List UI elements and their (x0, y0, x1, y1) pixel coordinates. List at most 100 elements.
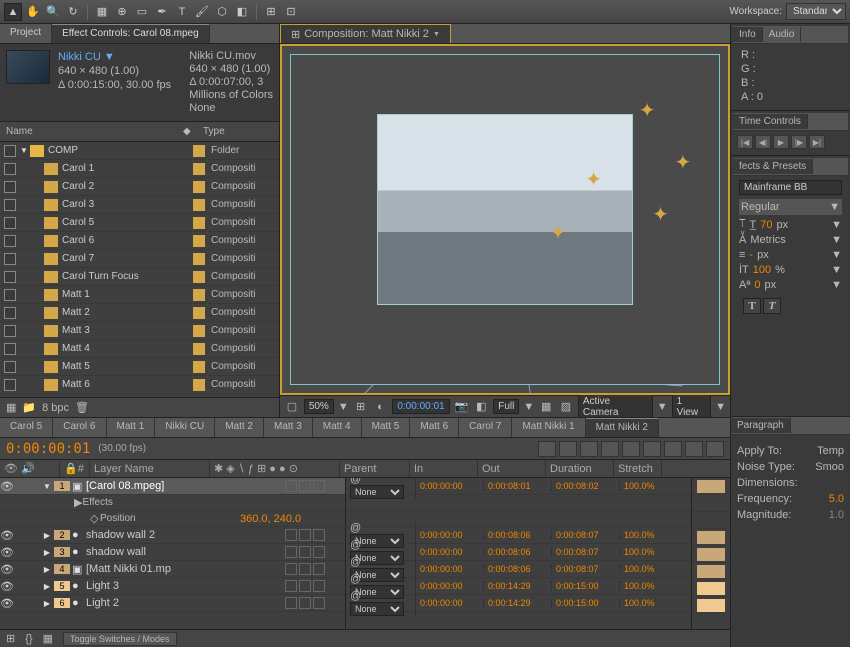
track-bar[interactable] (692, 546, 730, 563)
light-gizmo[interactable]: ✦ (674, 150, 691, 175)
pen-tool[interactable]: ✒ (153, 3, 171, 21)
layer-name[interactable]: Light 3 (84, 580, 285, 592)
layer-row[interactable]: 👁 ▶ 2 ● shadow wall 2 (0, 527, 345, 544)
zoom-select[interactable]: 50% (304, 399, 334, 414)
project-list[interactable]: ▼ COMP Folder Carol 1 Compositi Carol 2 … (0, 142, 279, 397)
timeline-tab[interactable]: Matt 4 (313, 418, 362, 437)
visibility-toggle[interactable]: 👁 (0, 597, 14, 610)
track-bar[interactable] (692, 597, 730, 614)
track-bar[interactable] (692, 563, 730, 580)
tl-icon[interactable] (601, 441, 619, 457)
preset-search[interactable] (739, 180, 842, 195)
camera-tool[interactable]: ▦ (93, 3, 111, 21)
project-row[interactable]: Carol 7 Compositi (0, 250, 279, 268)
timeline-tab[interactable]: Nikki CU (155, 418, 215, 437)
timeline-tab[interactable]: Carol 6 (53, 418, 106, 437)
last-frame-button[interactable]: ▶| (809, 135, 825, 149)
timeline-tab[interactable]: Carol 7 (459, 418, 512, 437)
folder-icon[interactable]: 📁 (22, 401, 36, 414)
alpha-icon[interactable]: ▢ (284, 399, 300, 415)
out-time[interactable]: 0:00:14:29 (484, 598, 552, 608)
flowchart-icon[interactable]: ⊞ (291, 28, 300, 41)
expand-toggle[interactable]: ▶ (42, 548, 52, 557)
parent-pickwhip[interactable]: @ (350, 478, 361, 485)
timeline-tab[interactable]: Matt 3 (264, 418, 313, 437)
time-controls-tab[interactable]: Time Controls (733, 114, 808, 129)
selection-tool[interactable]: ▲ (4, 3, 22, 21)
viewer-timecode[interactable]: 0:00:00:01 (392, 399, 449, 414)
expand-toggle[interactable]: ▶ (42, 531, 52, 540)
light-gizmo[interactable]: ✦ (585, 167, 602, 192)
duration[interactable]: 0:00:15:00 (552, 598, 620, 608)
parent-pickwhip[interactable]: @ (350, 556, 361, 568)
color-swatch[interactable] (193, 253, 205, 265)
composition-viewer[interactable]: ✦ ✦ ✦ ✦ ✦ (280, 44, 730, 395)
out-time[interactable]: 0:00:08:01 (484, 481, 552, 491)
expand-toggle[interactable]: ▶ (42, 565, 52, 574)
project-row[interactable]: Matt 3 Compositi (0, 322, 279, 340)
label-checkbox[interactable] (4, 343, 16, 355)
txt-stroke-button[interactable]: T (763, 298, 781, 314)
project-tab[interactable]: Project (0, 24, 52, 43)
type-tool[interactable]: T (173, 3, 191, 21)
out-time[interactable]: 0:00:08:06 (484, 547, 552, 557)
visibility-toggle[interactable]: 👁 (0, 529, 14, 542)
resolution-select[interactable]: Full (493, 399, 519, 414)
duration[interactable]: 0:00:08:02 (552, 481, 620, 491)
eraser-tool[interactable]: ◧ (233, 3, 251, 21)
track-bar[interactable] (692, 529, 730, 546)
color-swatch[interactable] (193, 343, 205, 355)
composition-tab[interactable]: ⊞ Composition: Matt Nikki 2 ▼ (280, 24, 451, 43)
world-axis-tool[interactable]: ⊡ (282, 3, 300, 21)
mask-tool[interactable]: ▭ (133, 3, 151, 21)
label-checkbox[interactable] (4, 163, 16, 175)
layer-row[interactable]: 👁 ▶ 6 ● Light 2 (0, 595, 345, 612)
label-checkbox[interactable] (4, 235, 16, 247)
stretch[interactable]: 100.0% (620, 530, 668, 540)
next-frame-button[interactable]: |▶ (791, 135, 807, 149)
project-row[interactable]: ▼ COMP Folder (0, 142, 279, 160)
channel-icon[interactable]: ◧ (473, 399, 489, 415)
layer-name[interactable]: Light 2 (84, 597, 285, 609)
project-row[interactable]: Carol 1 Compositi (0, 160, 279, 178)
pan-behind-tool[interactable]: ⊕ (113, 3, 131, 21)
transparency-icon[interactable]: ▨ (558, 399, 574, 415)
audio-tab[interactable]: Audio (763, 27, 802, 42)
effect-controls-tab[interactable]: Effect Controls: Carol 08.mpeg (52, 24, 210, 43)
roi-icon[interactable]: ▦ (538, 399, 554, 415)
tl-toggle-icon[interactable]: ⊞ (6, 632, 15, 645)
local-axis-tool[interactable]: ⊞ (262, 3, 280, 21)
layer-name[interactable]: [Matt Nikki 01.mp (84, 563, 285, 575)
view-select[interactable]: 1 View (672, 394, 712, 420)
project-row[interactable]: Carol 5 Compositi (0, 214, 279, 232)
parent-select[interactable]: None (350, 602, 404, 616)
tl-toggle-icon[interactable]: {} (25, 633, 32, 645)
stretch[interactable]: 100.0% (620, 547, 668, 557)
label-checkbox[interactable] (4, 271, 16, 283)
project-row[interactable]: Carol Turn Focus Compositi (0, 268, 279, 286)
label-checkbox[interactable] (4, 325, 16, 337)
color-swatch[interactable] (193, 181, 205, 193)
snapshot-icon[interactable]: 📷 (454, 399, 470, 415)
project-row[interactable]: Matt 1 Compositi (0, 286, 279, 304)
color-swatch[interactable] (193, 271, 205, 283)
parent-select[interactable]: None (350, 485, 404, 499)
label-checkbox[interactable] (4, 145, 16, 157)
duration[interactable]: 0:00:08:07 (552, 547, 620, 557)
asset-name[interactable]: Nikki CU ▼ (58, 50, 181, 64)
info-tab[interactable]: Info (733, 27, 763, 42)
parent-pickwhip[interactable]: @ (350, 522, 361, 534)
project-row[interactable]: Carol 6 Compositi (0, 232, 279, 250)
color-swatch[interactable] (193, 379, 205, 391)
txt-fill-button[interactable]: T (743, 298, 761, 314)
layer-name[interactable]: shadow wall (84, 546, 285, 558)
parent-pickwhip[interactable]: @ (350, 573, 361, 585)
layer-row[interactable]: 👁 ▼ 1 ▣ [Carol 08.mpeg] (0, 478, 345, 495)
layer-row[interactable]: 👁 ▶ 5 ● Light 3 (0, 578, 345, 595)
timeline-tab[interactable]: Matt 6 (410, 418, 459, 437)
layer-name[interactable]: shadow wall 2 (84, 529, 285, 541)
in-time[interactable]: 0:00:00:00 (416, 598, 484, 608)
tl-icon[interactable] (538, 441, 556, 457)
label-checkbox[interactable] (4, 253, 16, 265)
layer-name[interactable]: [Carol 08.mpeg] (84, 480, 285, 492)
